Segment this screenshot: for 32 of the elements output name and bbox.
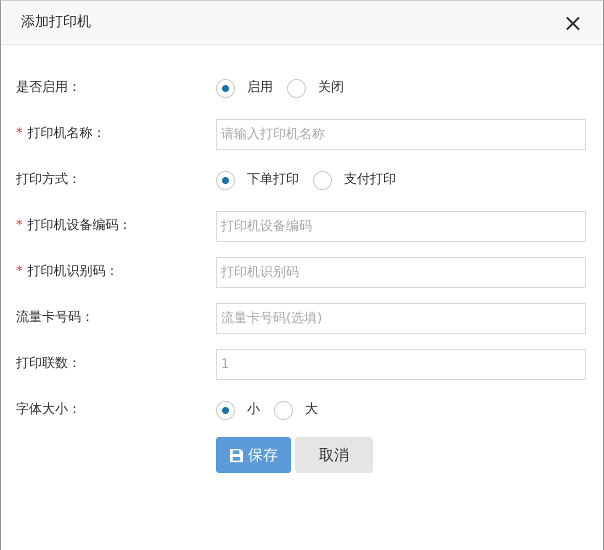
required-mark: * [16,125,22,144]
radio-option[interactable]: 小 [216,400,260,420]
option-label: 大 [305,401,318,420]
input-field[interactable]: 打印机设备编码 [216,210,586,242]
option-label: 下单打印 [247,171,299,190]
dialog-title: 添加打印机 [21,13,91,32]
field-label: 打印方式： [16,171,81,190]
radio-option[interactable]: 支付打印 [313,170,396,190]
save-icon [229,448,244,462]
field-label: 打印联数： [16,355,81,374]
option-label: 小 [247,401,260,420]
field-label: 打印机名称： [28,125,106,144]
option-label: 支付打印 [344,171,396,190]
radio-option[interactable]: 大 [274,400,318,420]
close-button[interactable]: × [558,10,587,34]
input-field[interactable]: 请输入打印机名称 [216,118,586,150]
field-label: 打印机设备编码： [28,217,132,236]
field-label: 是否启用： [16,79,81,98]
radio-option[interactable]: 关闭 [287,78,344,98]
required-mark: * [16,263,22,282]
required-mark: * [16,217,22,236]
input-field[interactable]: 流量卡号码(选填) [216,302,586,334]
radio-option[interactable]: 启用 [216,78,273,98]
field-label: 打印机识别码： [28,263,118,282]
option-label: 关闭 [318,79,344,98]
cancel-button[interactable]: 取消 [295,437,373,473]
field-label: 流量卡号码： [16,309,94,328]
input-field[interactable]: 1 [216,348,586,380]
field-label: 字体大小： [16,401,81,420]
option-label: 启用 [247,79,273,98]
input-field[interactable]: 打印机识别码 [216,256,586,288]
radio-option[interactable]: 下单打印 [216,170,299,190]
